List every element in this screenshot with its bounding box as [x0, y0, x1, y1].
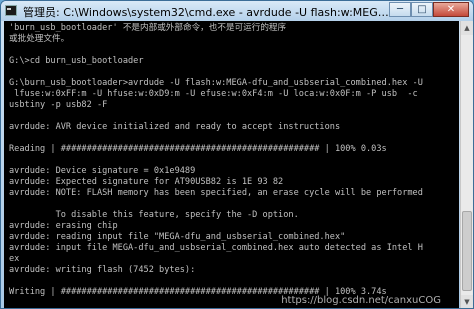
console-line: avrdude: NOTE: FLASH memory has been spe…: [9, 188, 423, 198]
console-line: To disable this feature, specify the -D …: [9, 210, 299, 220]
console-line: avrdude: reading input file "MEGA-dfu_an…: [9, 232, 346, 242]
minimize-button[interactable]: ─: [389, 2, 411, 17]
vertical-scrollbar[interactable]: ▲ ▼: [460, 21, 473, 308]
caption-buttons: ─ □ ✕: [389, 2, 469, 18]
title-bar[interactable]: 管理员: C:\Windows\system32\cmd.exe - avrdu…: [1, 1, 473, 21]
console-line: avrdude: input file MEGA-dfu_and_usbseri…: [9, 243, 423, 253]
console-line: avrdude: writing flash (7452 bytes):: [9, 265, 196, 275]
scrollbar-thumb[interactable]: [462, 211, 472, 291]
console-line: 'burn_usb_bootloader' 不是内部或外部命令，也不是可运行的程…: [9, 23, 287, 33]
console-line: avrdude: AVR device initialized and read…: [9, 122, 341, 132]
console-line: lfuse:w:0xFF:m -U hfuse:w:0xD9:m -U efus…: [9, 89, 418, 99]
console-output[interactable]: 'burn_usb_bootloader' 不是内部或外部命令，也不是可运行的程…: [4, 21, 459, 308]
close-button[interactable]: ✕: [433, 2, 469, 17]
console-line: ex: [9, 254, 20, 264]
watermark-text: https://blog.csdn.net/canxuCOG: [281, 295, 441, 306]
console-line: avrdude: erasing chip: [9, 221, 118, 231]
console-line: G:\>cd burn_usb_bootloader: [9, 56, 144, 66]
maximize-button[interactable]: □: [411, 2, 433, 17]
scroll-down-arrow-icon[interactable]: ▼: [461, 295, 473, 308]
scroll-up-arrow-icon[interactable]: ▲: [461, 21, 473, 35]
cmd-app-icon[interactable]: [5, 5, 17, 16]
console-line: avrdude: Device signature = 0x1e9489: [9, 166, 196, 176]
cmd-window: 管理员: C:\Windows\system32\cmd.exe - avrdu…: [0, 0, 474, 309]
console-line: usbtiny -p usb82 -F: [9, 100, 108, 110]
console-line: avrdude: Expected signature for AT90USB8…: [9, 177, 284, 187]
console-line: 或批处理文件。: [9, 34, 70, 44]
console-line: Reading | ##############################…: [9, 144, 387, 154]
console-line: G:\burn_usb_bootloader>avrdude -U flash:…: [9, 78, 423, 88]
window-title: 管理员: C:\Windows\system32\cmd.exe - avrdu…: [23, 6, 393, 19]
